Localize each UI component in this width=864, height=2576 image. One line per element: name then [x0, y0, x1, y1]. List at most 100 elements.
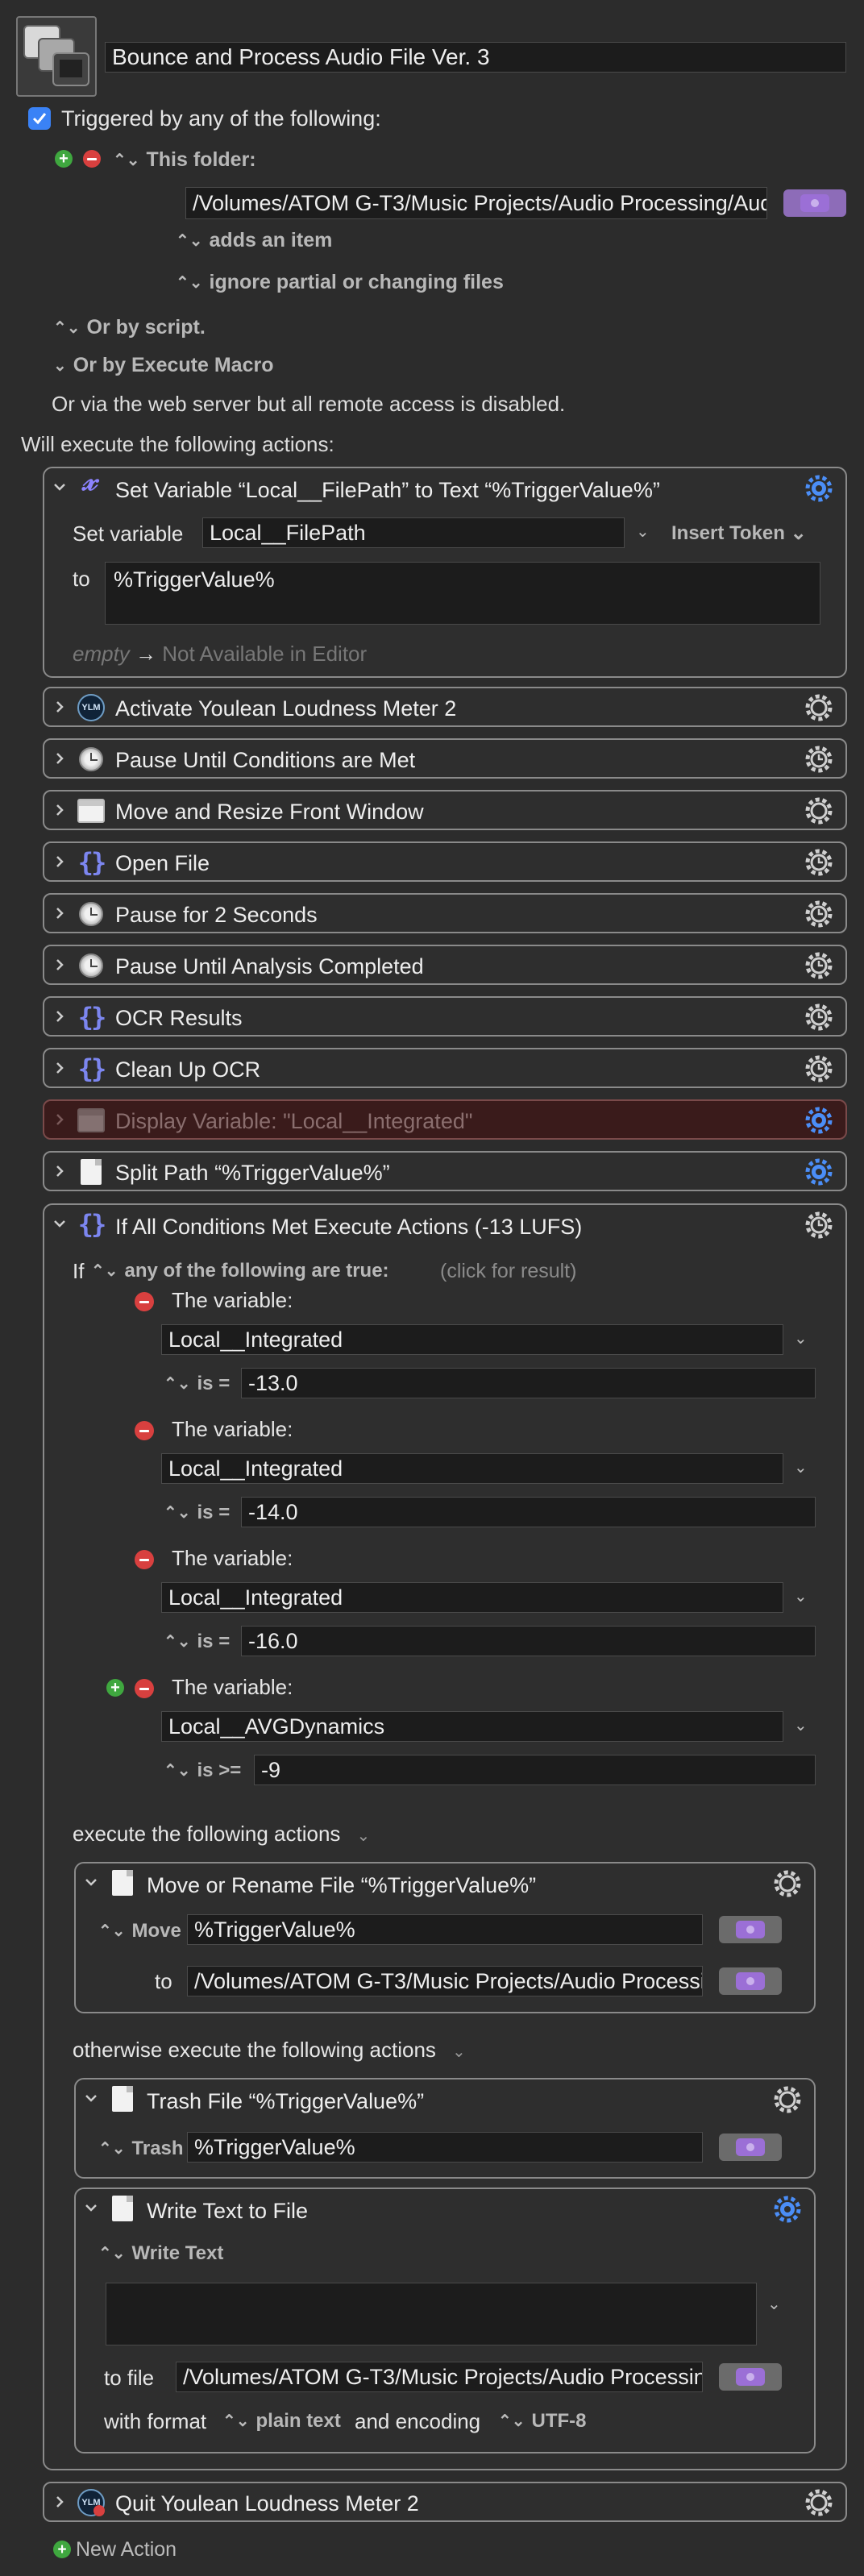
triggered-checkbox[interactable]	[28, 107, 51, 130]
encoding-selector[interactable]: ⌃⌄ UTF-8	[498, 2410, 587, 2433]
adds-item-selector[interactable]: ⌃⌄ adds an item	[176, 229, 332, 252]
condition-dropdown-icon[interactable]: ⌄	[794, 1328, 808, 1348]
to-file-path-field[interactable]: /Volumes/ATOM G-T3/Music Projects/Audio …	[176, 2362, 703, 2392]
trash-selector[interactable]: ⌃⌄ Trash	[98, 2138, 184, 2160]
condition-variable-field[interactable]: Local__Integrated	[161, 1324, 783, 1355]
chevron-down-icon[interactable]	[84, 1875, 98, 1889]
or-by-script-selector[interactable]: ⌃⌄ Or by script.	[53, 316, 206, 339]
chevron-right-icon[interactable]	[52, 1009, 67, 1024]
if-conditions-action[interactable]: {} If All Conditions Met Execute Actions…	[43, 1203, 847, 2470]
move-file-action[interactable]: Move or Rename File “%TriggerValue%” ⌃⌄ M…	[74, 1862, 816, 2013]
condition-variable-field[interactable]: Local__Integrated	[161, 1453, 783, 1484]
chevron-down-icon[interactable]	[84, 2091, 98, 2105]
quit-action[interactable]: YLM Quit Youlean Loudness Meter 2	[43, 2482, 847, 2522]
condition-operator-selector[interactable]: ⌃⌄ is >=	[164, 1760, 241, 1782]
trash-token-button[interactable]	[719, 2134, 782, 2161]
chevron-right-icon[interactable]	[52, 958, 67, 972]
condition-value-field[interactable]: -9	[254, 1755, 816, 1785]
gear-icon[interactable]	[804, 2487, 834, 2518]
chevron-right-icon[interactable]	[52, 906, 67, 920]
timer-gear-icon[interactable]	[804, 1002, 834, 1032]
condition-variable-field[interactable]: Local__Integrated	[161, 1582, 783, 1613]
click-for-result[interactable]: (click for result)	[440, 1260, 576, 1283]
remove-condition-button[interactable]	[135, 1550, 154, 1569]
action-row[interactable]: {} Clean Up OCR	[43, 1048, 847, 1088]
ignore-partial-selector[interactable]: ⌃⌄ ignore partial or changing files	[176, 271, 504, 294]
chevron-right-icon[interactable]	[52, 700, 67, 714]
gear-icon[interactable]	[772, 2084, 803, 2115]
condition-value-field[interactable]: -13.0	[241, 1368, 816, 1398]
any-all-selector[interactable]: ⌃⌄ any of the following are true:	[91, 1260, 389, 1282]
remove-condition-button[interactable]	[135, 1679, 154, 1698]
chevron-down-icon[interactable]	[84, 2200, 98, 2215]
move-source-field[interactable]: %TriggerValue%	[187, 1914, 703, 1945]
action-row[interactable]: Move and Resize Front Window	[43, 790, 847, 830]
add-condition-button[interactable]: +	[106, 1679, 124, 1697]
timer-gear-icon[interactable]	[804, 950, 834, 981]
source-token-button[interactable]	[719, 1916, 782, 1943]
action-row[interactable]: Pause Until Analysis Completed	[43, 945, 847, 985]
remove-condition-button[interactable]	[135, 1421, 154, 1440]
chevron-right-icon[interactable]	[52, 2495, 67, 2509]
gear-icon[interactable]	[804, 796, 834, 826]
write-text-action[interactable]: Write Text to File ⌃⌄ Write Text ⌄ to fil…	[74, 2188, 816, 2453]
file-token-button[interactable]	[719, 2363, 782, 2391]
gear-icon[interactable]	[804, 473, 834, 504]
timer-gear-icon[interactable]	[804, 744, 834, 775]
condition-dropdown-icon[interactable]: ⌄	[794, 1715, 808, 1735]
chevron-down-icon[interactable]	[52, 1216, 67, 1231]
gear-icon[interactable]	[772, 1868, 803, 1899]
action-row[interactable]: Pause for 2 Seconds	[43, 893, 847, 933]
chevron-right-icon[interactable]	[52, 1112, 67, 1127]
chevron-right-icon[interactable]	[52, 1164, 67, 1178]
gear-icon[interactable]	[804, 1105, 834, 1136]
action-row[interactable]: Split Path “%TriggerValue%”	[43, 1151, 847, 1191]
add-trigger-button[interactable]: +	[55, 150, 73, 168]
condition-dropdown-icon[interactable]: ⌄	[794, 1586, 808, 1606]
condition-dropdown-icon[interactable]: ⌄	[794, 1457, 808, 1477]
variable-value-field[interactable]: %TriggerValue%	[105, 562, 820, 625]
action-row[interactable]: Display Variable: "Local__Integrated"	[43, 1099, 847, 1140]
move-selector[interactable]: ⌃⌄ Move	[98, 1920, 181, 1942]
action-row[interactable]: YLM Activate Youlean Loudness Meter 2	[43, 687, 847, 727]
trash-file-action[interactable]: Trash File “%TriggerValue%” ⌃⌄ Trash %Tri…	[74, 2078, 816, 2179]
timer-gear-icon[interactable]	[804, 1210, 834, 1240]
chevron-down-icon[interactable]	[52, 480, 67, 494]
folder-trigger-selector[interactable]: ⌃⌄ This folder:	[113, 148, 256, 172]
folder-path-field[interactable]: /Volumes/ATOM G-T3/Music Projects/Audio …	[185, 187, 767, 219]
remove-trigger-button[interactable]	[83, 150, 101, 168]
trash-source-field[interactable]: %TriggerValue%	[187, 2132, 703, 2163]
otherwise-label[interactable]: otherwise execute the following actions ⌄	[73, 2038, 466, 2063]
chevron-right-icon[interactable]	[52, 854, 67, 869]
action-row[interactable]: {} Open File	[43, 841, 847, 882]
action-row[interactable]: {} OCR Results	[43, 996, 847, 1037]
gear-icon[interactable]	[772, 2194, 803, 2225]
macro-name-field[interactable]: Bounce and Process Audio File Ver. 3	[105, 42, 846, 73]
remove-condition-button[interactable]	[135, 1292, 154, 1311]
execute-label[interactable]: execute the following actions ⌄	[73, 1822, 370, 1847]
folder-token-button[interactable]	[783, 189, 846, 217]
chevron-right-icon[interactable]	[52, 751, 67, 766]
action-row[interactable]: Pause Until Conditions are Met	[43, 738, 847, 779]
gear-icon[interactable]	[804, 1157, 834, 1187]
new-action-button[interactable]: + New Action	[53, 2538, 177, 2561]
chevron-right-icon[interactable]	[52, 1061, 67, 1075]
macro-icon[interactable]	[16, 16, 97, 97]
condition-value-field[interactable]: -16.0	[241, 1626, 816, 1656]
insert-token-menu[interactable]: Insert Token ⌄	[671, 522, 807, 545]
variable-name-field[interactable]: Local__FilePath	[202, 517, 625, 548]
gear-icon[interactable]	[804, 692, 834, 723]
timer-gear-icon[interactable]	[804, 847, 834, 878]
move-dest-field[interactable]: /Volumes/ATOM G-T3/Music Projects/Audio …	[187, 1966, 703, 1996]
condition-value-field[interactable]: -14.0	[241, 1497, 816, 1527]
timer-gear-icon[interactable]	[804, 899, 834, 929]
variable-dropdown-icon[interactable]: ⌄	[636, 521, 650, 542]
condition-operator-selector[interactable]: ⌃⌄ is =	[164, 1631, 230, 1653]
write-text-dropdown-icon[interactable]: ⌄	[767, 2294, 781, 2314]
write-text-selector[interactable]: ⌃⌄ Write Text	[98, 2242, 223, 2265]
chevron-right-icon[interactable]	[52, 803, 67, 817]
format-selector[interactable]: ⌃⌄ plain text	[222, 2410, 341, 2433]
or-by-execute-selector[interactable]: ⌄ Or by Execute Macro	[53, 354, 273, 377]
dest-token-button[interactable]	[719, 1967, 782, 1995]
write-text-field[interactable]	[106, 2283, 757, 2345]
